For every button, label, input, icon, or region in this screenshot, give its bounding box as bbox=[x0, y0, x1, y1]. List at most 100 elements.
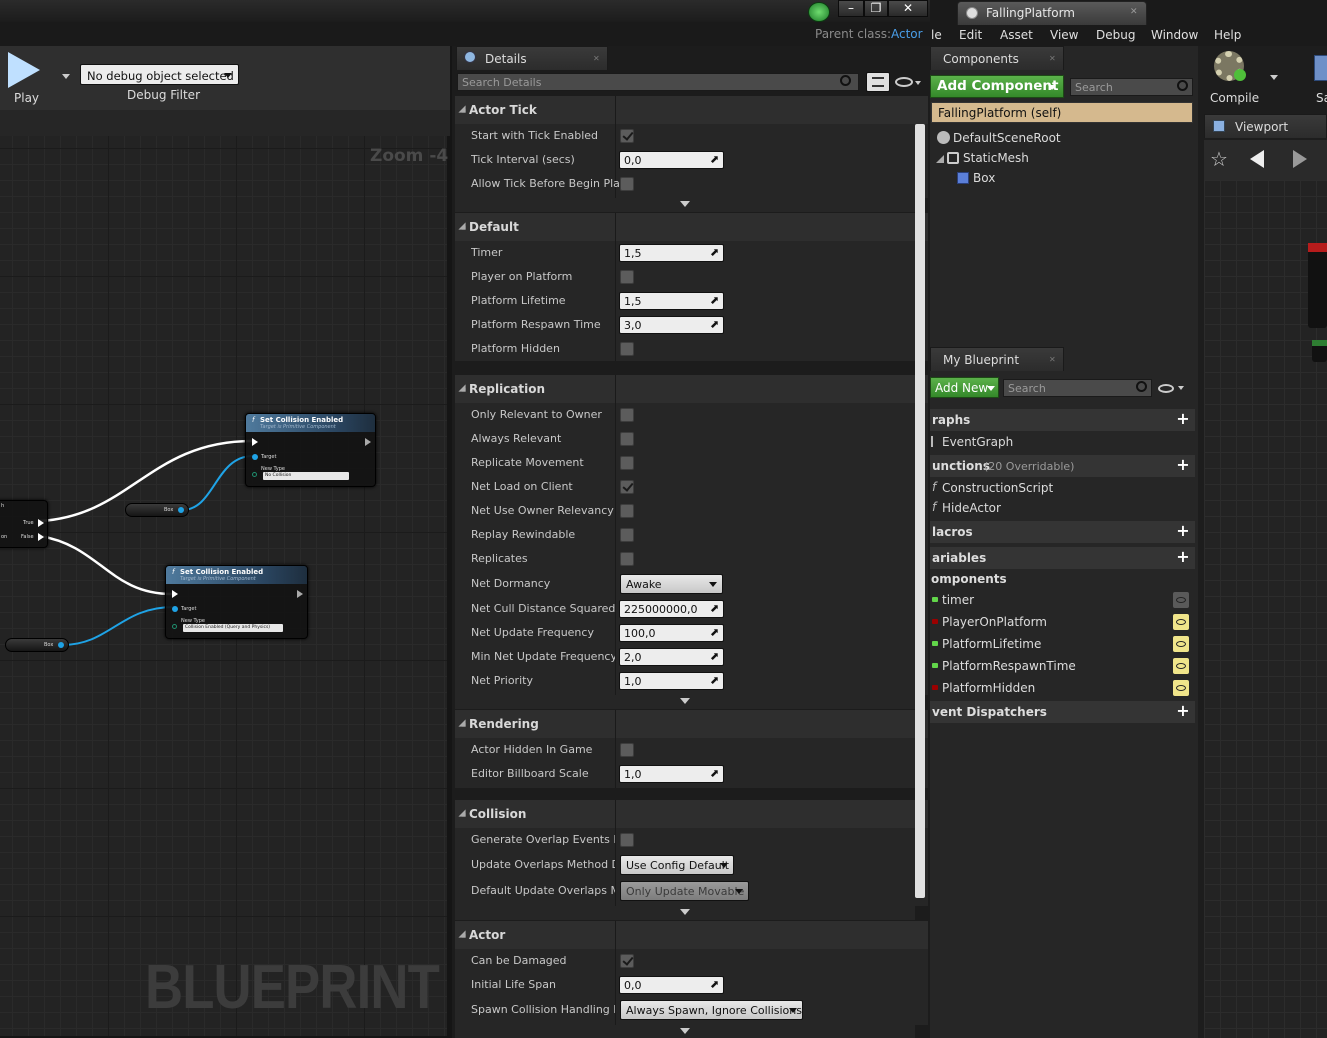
parent-class-link[interactable]: Actor bbox=[891, 27, 923, 41]
visibility-options-eye-icon[interactable] bbox=[895, 77, 913, 87]
eye-icon[interactable] bbox=[1173, 614, 1189, 630]
compile-options-chevron-icon[interactable] bbox=[1270, 75, 1278, 80]
function-item-construction-script[interactable]: ConstructionScript bbox=[942, 481, 1053, 495]
net-load-checkbox[interactable] bbox=[620, 480, 634, 494]
debug-object-dropdown[interactable]: No debug object selected bbox=[80, 64, 239, 85]
category-collision[interactable]: Collision bbox=[455, 800, 928, 828]
exec-in-pin[interactable] bbox=[172, 590, 178, 598]
net-cull-input[interactable]: 225000000,0 bbox=[619, 600, 724, 618]
star-icon[interactable]: ☆ bbox=[1210, 147, 1228, 171]
box-output-pin[interactable] bbox=[58, 642, 64, 648]
always-relevant-checkbox[interactable] bbox=[620, 432, 634, 446]
eye-icon[interactable] bbox=[1173, 636, 1189, 652]
set-collision-node-2[interactable]: f Set Collision Enabled Target is Primit… bbox=[165, 565, 308, 639]
variable-item-player-on-platform[interactable]: PlayerOnPlatform bbox=[930, 611, 1195, 633]
expand-triangle-icon[interactable] bbox=[936, 155, 944, 163]
close-tab-icon[interactable]: ✕ bbox=[1049, 54, 1056, 63]
variable-item-platform-respawn-time[interactable]: PlatformRespawnTime bbox=[930, 655, 1195, 677]
section-macros[interactable]: lacros + bbox=[930, 521, 1195, 543]
close-tab-icon[interactable]: ✕ bbox=[593, 54, 600, 63]
variable-item-platform-lifetime[interactable]: PlatformLifetime bbox=[930, 633, 1195, 655]
my-blueprint-search-input[interactable]: Search bbox=[1003, 379, 1152, 397]
exec-in-pin[interactable] bbox=[252, 438, 258, 446]
gen-overlap-checkbox[interactable] bbox=[620, 833, 634, 847]
platform-hidden-checkbox[interactable] bbox=[620, 342, 634, 356]
advanced-expand-arrow[interactable] bbox=[455, 695, 915, 709]
allow-tick-checkbox[interactable] bbox=[620, 177, 634, 191]
new-type-pin[interactable] bbox=[172, 624, 177, 629]
add-graph-plus-icon[interactable]: + bbox=[1175, 411, 1191, 427]
property-matrix-button[interactable] bbox=[866, 72, 890, 92]
net-priority-input[interactable]: 1,0 bbox=[619, 672, 724, 690]
advanced-expand-arrow[interactable] bbox=[455, 1025, 915, 1038]
new-type-dropdown[interactable]: No Collision bbox=[263, 472, 349, 480]
components-tab[interactable]: Components ✕ bbox=[930, 46, 1064, 70]
initial-life-input[interactable]: 0,0 bbox=[619, 976, 724, 994]
get-box-node-1[interactable]: Box bbox=[125, 503, 189, 517]
section-event-dispatchers[interactable]: vent Dispatchers + bbox=[930, 701, 1195, 723]
graph-item-event-graph[interactable]: EventGraph bbox=[942, 435, 1013, 449]
close-tab-icon[interactable]: ✕ bbox=[1049, 355, 1056, 364]
tick-interval-input[interactable]: 0,0 bbox=[619, 151, 724, 169]
min-net-update-input[interactable]: 2,0 bbox=[619, 648, 724, 666]
add-variable-plus-icon[interactable]: + bbox=[1175, 549, 1191, 565]
components-search-input[interactable]: Search bbox=[1070, 78, 1193, 96]
details-tab[interactable]: Details ✕ bbox=[456, 46, 608, 70]
forward-arrow-icon[interactable] bbox=[1293, 150, 1307, 168]
close-tab-icon[interactable]: ✕ bbox=[1130, 7, 1138, 17]
section-functions[interactable]: unctions (20 Overridable) + bbox=[930, 455, 1195, 477]
viewport-tab[interactable]: Viewport bbox=[1204, 114, 1327, 138]
compile-button[interactable]: Compile bbox=[1204, 47, 1266, 107]
net-update-input[interactable]: 100,0 bbox=[619, 624, 724, 642]
tree-item-box[interactable]: Box bbox=[973, 171, 995, 185]
add-component-button[interactable]: Add Component bbox=[930, 75, 1064, 98]
category-actor-tick[interactable]: Actor Tick bbox=[455, 96, 928, 124]
target-pin[interactable] bbox=[252, 454, 258, 460]
back-arrow-icon[interactable] bbox=[1250, 150, 1264, 168]
menu-help[interactable]: Help bbox=[1214, 28, 1241, 42]
advanced-expand-arrow[interactable] bbox=[455, 198, 915, 212]
eye-icon[interactable] bbox=[1173, 658, 1189, 674]
menu-debug[interactable]: Debug bbox=[1096, 28, 1135, 42]
tree-item-static-mesh[interactable]: StaticMesh bbox=[963, 151, 1029, 165]
update-overlaps-dropdown[interactable]: Use Config Default bbox=[620, 855, 734, 875]
section-variables[interactable]: ariables + bbox=[930, 547, 1195, 569]
add-function-plus-icon[interactable]: + bbox=[1175, 457, 1191, 473]
only-relevant-checkbox[interactable] bbox=[620, 408, 634, 422]
box-output-pin[interactable] bbox=[178, 507, 184, 513]
variable-item-timer[interactable]: timer bbox=[930, 589, 1195, 611]
details-search-input[interactable]: Search Details bbox=[457, 73, 859, 91]
category-replication[interactable]: Replication bbox=[455, 375, 928, 403]
details-scrollbar[interactable] bbox=[915, 124, 925, 898]
variables-components-subheader[interactable]: omponents bbox=[931, 572, 1007, 586]
restore-button[interactable]: ❐ bbox=[864, 0, 888, 17]
play-options-chevron-icon[interactable] bbox=[62, 74, 70, 79]
billboard-scale-input[interactable]: 1,0 bbox=[619, 765, 724, 783]
menu-asset[interactable]: Asset bbox=[1000, 28, 1033, 42]
section-graphs[interactable]: raphs + bbox=[930, 409, 1195, 431]
can-be-damaged-checkbox[interactable] bbox=[620, 954, 634, 968]
document-tab[interactable]: FallingPlatform ✕ bbox=[957, 1, 1147, 25]
advanced-expand-arrow[interactable] bbox=[455, 906, 915, 920]
play-button[interactable]: Play bbox=[2, 48, 50, 108]
branch-true-pin[interactable] bbox=[38, 519, 44, 527]
category-default[interactable]: Default bbox=[455, 213, 928, 241]
platform-respawn-input[interactable]: 3,0 bbox=[619, 316, 724, 334]
default-update-overlaps-dropdown[interactable]: Only Update Movable bbox=[620, 881, 749, 901]
save-button[interactable]: Sa bbox=[1308, 47, 1327, 107]
exec-out-pin[interactable] bbox=[297, 590, 303, 598]
platform-lifetime-input[interactable]: 1,5 bbox=[619, 292, 724, 310]
menu-window[interactable]: Window bbox=[1151, 28, 1198, 42]
net-use-owner-checkbox[interactable] bbox=[620, 504, 634, 518]
my-blueprint-tab[interactable]: My Blueprint ✕ bbox=[930, 347, 1064, 371]
visibility-eye-icon[interactable] bbox=[1158, 384, 1174, 393]
variable-item-platform-hidden[interactable]: PlatformHidden bbox=[930, 677, 1195, 699]
close-window-button[interactable]: ✕ bbox=[888, 0, 928, 17]
chevron-down-icon[interactable] bbox=[915, 81, 921, 85]
player-on-platform-checkbox[interactable] bbox=[620, 270, 634, 284]
exec-out-pin[interactable] bbox=[365, 438, 371, 446]
branch-node[interactable]: h True on False bbox=[0, 500, 48, 548]
self-component-item[interactable]: FallingPlatform (self) bbox=[931, 102, 1193, 123]
replay-rewindable-checkbox[interactable] bbox=[620, 528, 634, 542]
start-tick-checkbox[interactable] bbox=[620, 129, 634, 143]
